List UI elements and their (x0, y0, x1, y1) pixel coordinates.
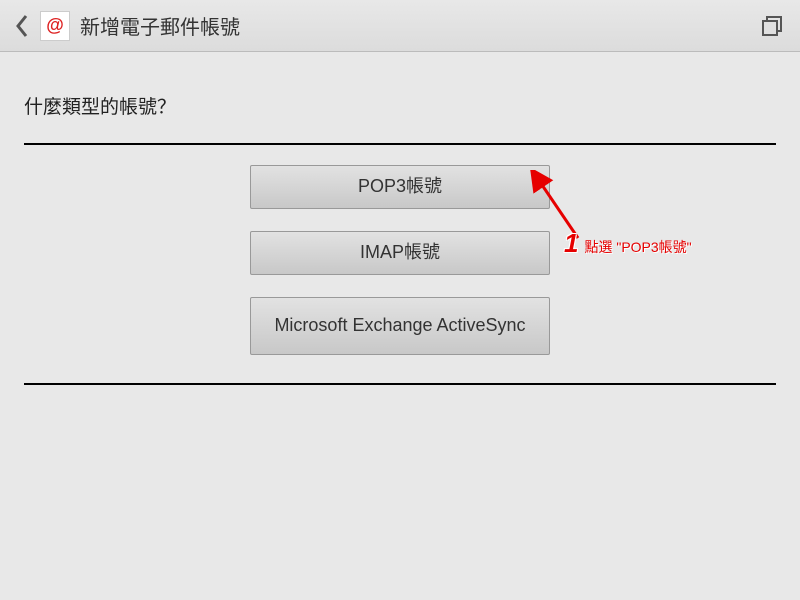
pop3-account-button[interactable]: POP3帳號 (250, 165, 550, 209)
imap-account-button[interactable]: IMAP帳號 (250, 231, 550, 275)
content-area: 什麼類型的帳號？ POP3帳號 IMAP帳號 Microsoft Exchang… (0, 52, 800, 385)
at-sign-icon: @ (46, 15, 64, 36)
chevron-left-icon (14, 14, 30, 38)
divider (24, 383, 776, 385)
account-type-question: 什麼類型的帳號？ (24, 92, 776, 119)
page-title: 新增電子郵件帳號 (80, 11, 752, 40)
email-app-icon: @ (40, 11, 70, 41)
divider (24, 143, 776, 145)
title-bar: @ 新增電子郵件帳號 (0, 0, 800, 52)
back-button[interactable] (8, 6, 36, 46)
window-restore-button[interactable] (752, 6, 792, 46)
window-restore-icon (761, 15, 783, 37)
account-type-options: POP3帳號 IMAP帳號 Microsoft Exchange ActiveS… (24, 165, 776, 375)
exchange-account-button[interactable]: Microsoft Exchange ActiveSync (250, 297, 550, 355)
